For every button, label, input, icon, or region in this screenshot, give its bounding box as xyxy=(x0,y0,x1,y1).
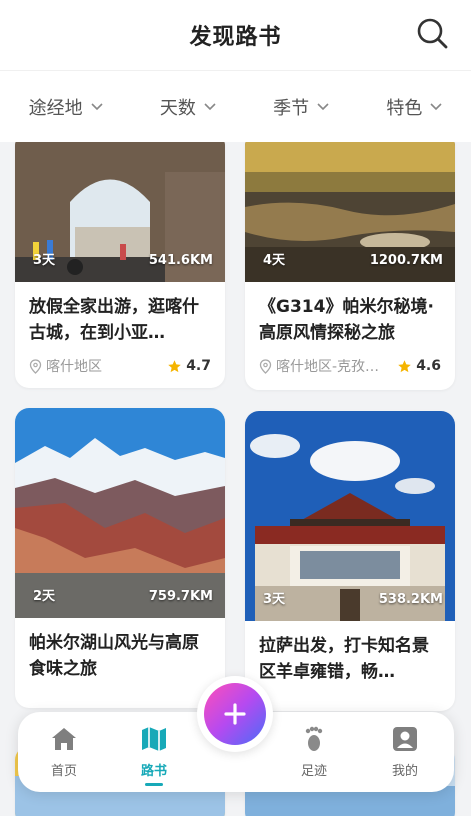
tab-label: 首页 xyxy=(50,764,77,779)
filter-season[interactable]: 季节 xyxy=(273,94,329,120)
filter-label: 途经地 xyxy=(28,97,83,119)
days-badge: 4天 xyxy=(263,253,286,268)
chevron-down-icon xyxy=(91,102,103,110)
rating-value: 4.6 xyxy=(416,358,441,374)
chevron-down-icon xyxy=(430,102,442,110)
tab-label: 我的 xyxy=(391,764,418,779)
location-pin-icon xyxy=(29,358,42,374)
card-title: 拉萨出发，打卡知名景区羊卓雍错，畅… xyxy=(259,636,429,682)
filter-label: 特色 xyxy=(386,97,423,119)
filter-days[interactable]: 天数 xyxy=(160,94,216,120)
card-meta: 喀什地区 4.7 xyxy=(15,346,225,376)
tab-footprint[interactable]: 足迹 xyxy=(274,712,354,792)
map-icon xyxy=(142,727,166,751)
distance-badge: 538.2KM xyxy=(378,592,443,607)
tab-mine[interactable]: 我的 xyxy=(365,712,445,792)
plus-icon xyxy=(224,703,246,725)
card-location: 喀什地区 xyxy=(29,356,102,376)
card-title: 帕米尔湖山风光与高原食味之旅 xyxy=(29,633,199,679)
card-title: 放假全家出游，逛喀什古城，在到小亚… xyxy=(29,297,199,343)
app-header: 发现路书 xyxy=(0,0,471,70)
create-roadbook-button[interactable] xyxy=(197,676,273,752)
days-badge: 3天 xyxy=(263,592,286,607)
filter-bar: 途经地 天数 季节 特色 xyxy=(0,70,471,142)
card-photo: 3天 538.2KM xyxy=(245,411,455,621)
card-rating: 4.6 xyxy=(397,358,441,374)
filter-feature[interactable]: 特色 xyxy=(386,94,442,120)
card-rating: 4.7 xyxy=(167,358,211,374)
filter-label: 天数 xyxy=(159,97,196,119)
tab-home[interactable]: 首页 xyxy=(24,712,104,792)
roadbook-card[interactable]: 4天 1200.7KM 《G314》帕米尔秘境·高原风情探秘之旅 喀什地区-克孜… xyxy=(245,142,455,390)
footprint-icon xyxy=(305,726,323,751)
roadbook-card[interactable]: 3天 538.2KM 拉萨出发，打卡知名景区羊卓雍错，畅… xyxy=(245,411,455,711)
star-icon xyxy=(168,359,181,372)
days-badge: 2天 xyxy=(33,589,56,604)
card-photo: 3天 541.6KM xyxy=(15,142,225,282)
card-location: 喀什地区-克孜… xyxy=(259,356,379,376)
distance-badge: 759.7KM xyxy=(148,589,213,604)
search-icon[interactable] xyxy=(415,16,451,52)
tab-label: 足迹 xyxy=(300,764,327,779)
filter-route[interactable]: 途经地 xyxy=(29,94,103,120)
chevron-down-icon xyxy=(204,102,216,110)
chevron-down-icon xyxy=(317,102,329,110)
card-title: 《G314》帕米尔秘境·高原风情探秘之旅 xyxy=(259,297,434,343)
fab-inner xyxy=(204,683,266,745)
card-photo: 2天 759.7KM xyxy=(15,408,225,618)
distance-badge: 1200.7KM xyxy=(369,253,443,268)
card-meta: 喀什地区-克孜… 4.6 xyxy=(245,346,455,376)
location-text: 喀什地区-克孜… xyxy=(276,359,380,375)
card-photo: 4天 1200.7KM xyxy=(245,142,455,282)
profile-icon xyxy=(393,727,417,751)
active-indicator xyxy=(145,783,163,786)
location-text: 喀什地区 xyxy=(46,359,102,375)
tab-label: 路书 xyxy=(140,764,167,779)
days-badge: 3天 xyxy=(33,253,56,268)
roadbook-card[interactable]: 2天 759.7KM 帕米尔湖山风光与高原食味之旅 xyxy=(15,408,225,708)
distance-badge: 541.6KM xyxy=(148,253,213,268)
location-pin-icon xyxy=(259,358,272,374)
rating-value: 4.7 xyxy=(186,358,211,374)
roadbook-card[interactable]: 3天 541.6KM 放假全家出游，逛喀什古城，在到小亚… 喀什地区 4.7 xyxy=(15,142,225,388)
filter-label: 季节 xyxy=(273,97,310,119)
page-title: 发现路书 xyxy=(189,25,282,50)
star-icon xyxy=(398,359,411,372)
home-icon xyxy=(52,728,76,750)
tab-roadbook[interactable]: 路书 xyxy=(114,712,194,792)
